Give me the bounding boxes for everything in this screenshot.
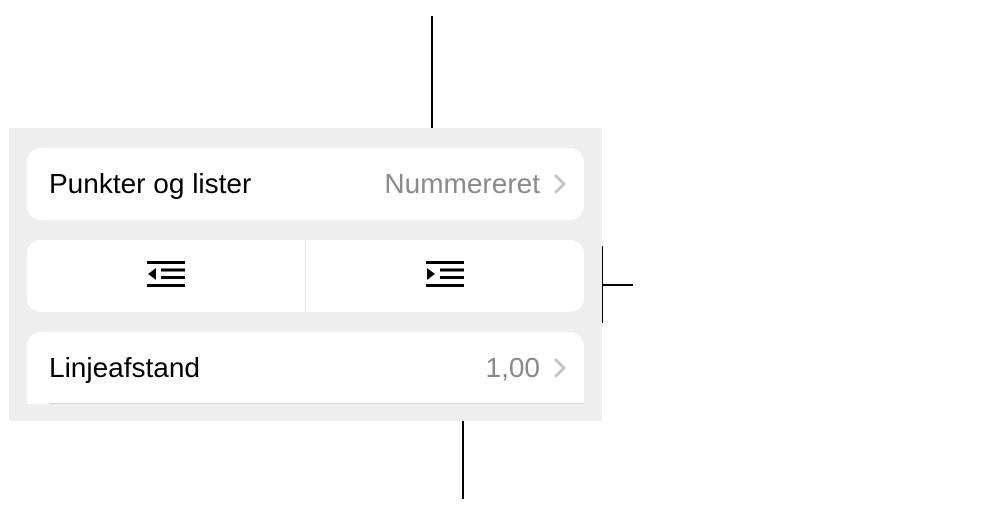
bullets-and-lists-value: Nummereret xyxy=(384,168,540,200)
indent-controls-row xyxy=(27,240,584,312)
bullets-and-lists-label: Punkter og lister xyxy=(49,168,251,200)
decrease-indent-button[interactable] xyxy=(27,240,305,312)
line-spacing-value: 1,00 xyxy=(486,352,541,384)
callout-line-right-horizontal xyxy=(601,284,633,286)
increase-indent-button[interactable] xyxy=(306,240,584,312)
chevron-right-icon xyxy=(554,358,566,378)
increase-indent-icon xyxy=(426,261,464,292)
format-panel: Punkter og lister Nummereret xyxy=(9,128,602,421)
bullets-and-lists-value-wrap: Nummereret xyxy=(384,168,566,200)
decrease-indent-icon xyxy=(147,261,185,292)
chevron-right-icon xyxy=(554,174,566,194)
line-spacing-value-wrap: 1,00 xyxy=(486,352,567,384)
line-spacing-label: Linjeafstand xyxy=(49,352,200,384)
row-divider xyxy=(49,403,584,404)
line-spacing-row[interactable]: Linjeafstand 1,00 xyxy=(27,332,584,404)
bullets-and-lists-row[interactable]: Punkter og lister Nummereret xyxy=(27,148,584,220)
